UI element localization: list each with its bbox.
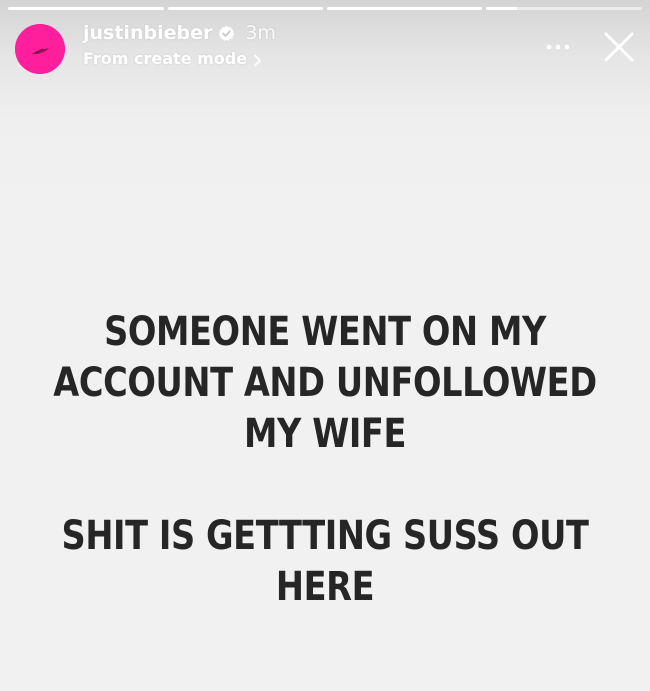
progress-segment bbox=[327, 7, 482, 10]
user-info: justinbieber 3m bbox=[83, 22, 276, 44]
story-progress-bar bbox=[8, 7, 642, 10]
story-header: justinbieber 3m From create mode bbox=[14, 22, 636, 74]
story-viewer[interactable]: justinbieber 3m From create mode SOMEONE… bbox=[0, 0, 650, 691]
story-text-paragraph: SOMEONE WENT ON MY ACCOUNT AND UNFOLLOWE… bbox=[52, 307, 598, 460]
verified-badge-icon bbox=[218, 25, 235, 42]
story-text-line: HERE bbox=[275, 564, 375, 610]
progress-segment bbox=[486, 7, 642, 10]
story-source[interactable]: From create mode bbox=[83, 49, 262, 68]
avatar[interactable] bbox=[15, 24, 65, 74]
progress-segment bbox=[168, 7, 323, 10]
source-label[interactable]: From create mode bbox=[83, 49, 247, 68]
avatar-image bbox=[15, 24, 65, 74]
username[interactable]: justinbieber bbox=[83, 22, 212, 44]
story-text: SOMEONE WENT ON MY ACCOUNT AND UNFOLLOWE… bbox=[52, 307, 598, 613]
progress-segment bbox=[8, 7, 164, 10]
story-text-line: ACCOUNT AND UNFOLLOWED bbox=[53, 360, 597, 406]
story-text-paragraph: SHIT IS GETTTING SUSS OUT HERE bbox=[52, 511, 598, 613]
post-time: 3m bbox=[245, 22, 276, 44]
chevron-right-icon bbox=[253, 52, 262, 67]
story-text-line: SHIT IS GETTTING SUSS OUT bbox=[61, 513, 589, 559]
close-icon[interactable] bbox=[602, 30, 636, 64]
story-text-line: SOMEONE WENT ON MY bbox=[104, 309, 546, 355]
story-text-line: MY WIFE bbox=[243, 411, 406, 457]
more-options-icon[interactable] bbox=[544, 34, 572, 56]
